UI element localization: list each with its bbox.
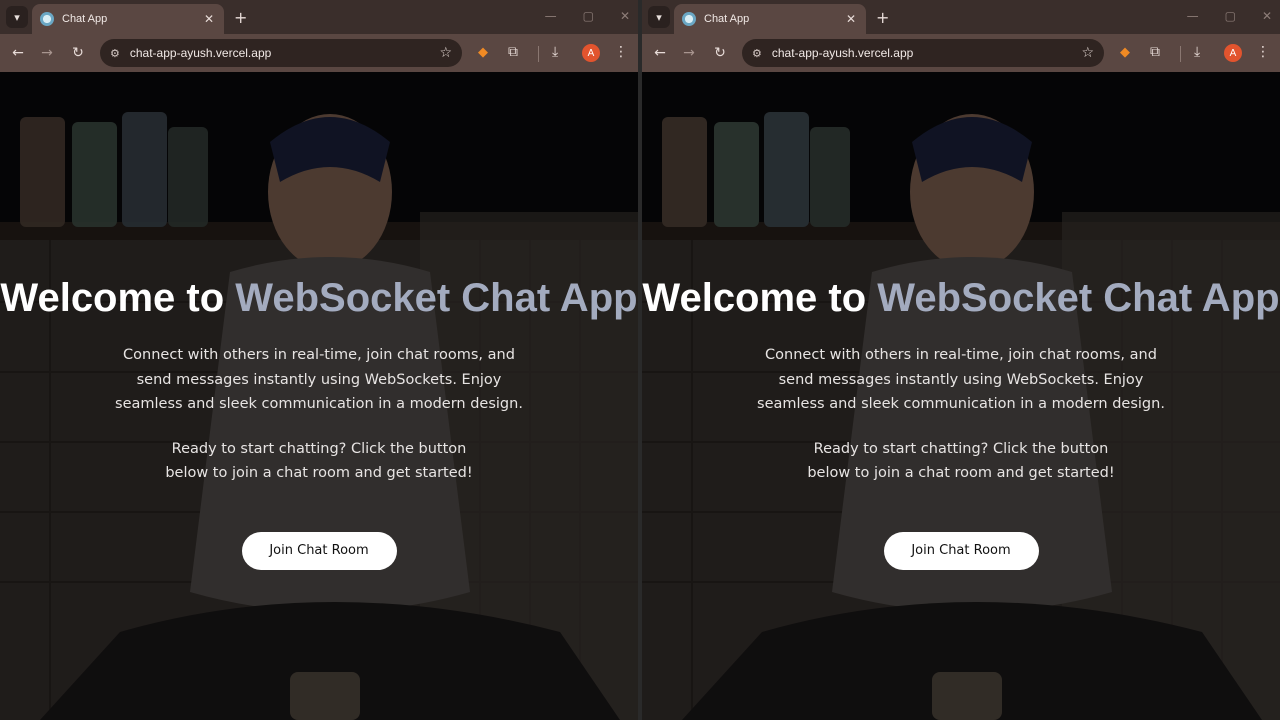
arrow-left-icon[interactable]: ←: [652, 45, 668, 61]
tab-title: Chat App: [704, 13, 750, 25]
toolbar: ← → ↻ ⚙ chat-app-ayush.vercel.app ☆ ◆ ⧉ …: [642, 34, 1280, 72]
star-icon[interactable]: ☆: [1081, 45, 1094, 61]
close-window-icon[interactable]: ✕: [1262, 9, 1272, 23]
close-icon[interactable]: ✕: [202, 12, 216, 26]
address-bar[interactable]: ⚙ chat-app-ayush.vercel.app ☆: [100, 39, 462, 67]
tab-chat-app[interactable]: Chat App ✕: [32, 4, 224, 34]
page-viewport: Welcome to WebSocket Chat App Connect wi…: [642, 72, 1280, 720]
profile-avatar[interactable]: A: [1224, 44, 1242, 62]
reload-icon[interactable]: ↻: [712, 45, 728, 61]
title-accent: WebSocket Chat App: [877, 276, 1280, 320]
arrow-right-icon[interactable]: →: [39, 45, 55, 61]
join-chat-room-button[interactable]: Join Chat Room: [883, 531, 1039, 570]
tune-icon[interactable]: ⚙: [110, 47, 120, 60]
page-title: Welcome to WebSocket Chat App: [642, 277, 1280, 319]
browser-window-right: ▾ Chat App ✕ + — ▢ ✕ ← → ↻ ⚙ chat-app-ay…: [642, 0, 1280, 720]
title-accent: WebSocket Chat App: [235, 276, 638, 320]
close-window-icon[interactable]: ✕: [620, 9, 630, 23]
page-viewport: Welcome to WebSocket Chat App Connect wi…: [0, 72, 638, 720]
hero-description: Connect with others in real-time, join c…: [757, 347, 1165, 412]
kebab-menu-icon[interactable]: ⋮: [1256, 44, 1270, 60]
tab-bar: ▾ Chat App ✕ + — ▢ ✕: [0, 0, 638, 34]
tab-bar: ▾ Chat App ✕ + — ▢ ✕: [642, 0, 1280, 34]
browser-window-left: ▾ Chat App ✕ + — ▢ ✕ ← → ↻ ⚙ chat-app-ay…: [0, 0, 638, 720]
tab-title: Chat App: [62, 13, 108, 25]
title-prefix: Welcome to: [642, 276, 878, 320]
tab-chat-app[interactable]: Chat App ✕: [674, 4, 866, 34]
title-prefix: Welcome to: [0, 276, 236, 320]
favicon-icon: [40, 12, 54, 26]
join-chat-room-button[interactable]: Join Chat Room: [241, 531, 397, 570]
star-icon[interactable]: ☆: [439, 45, 452, 61]
hero-cta-text: Ready to start chatting? Click the butto…: [165, 440, 473, 482]
metamask-fox-icon[interactable]: ◆: [1120, 45, 1130, 60]
chevron-down-icon[interactable]: ▾: [6, 6, 28, 28]
new-tab-button[interactable]: +: [876, 8, 889, 27]
maximize-icon[interactable]: ▢: [1225, 9, 1236, 23]
window-controls: — ▢ ✕: [545, 9, 630, 23]
download-icon[interactable]: ⤓: [552, 44, 558, 60]
download-icon[interactable]: ⤓: [1194, 44, 1200, 60]
minimize-icon[interactable]: —: [1187, 9, 1199, 23]
puzzle-icon[interactable]: ⧉: [1150, 44, 1160, 60]
favicon-icon: [682, 12, 696, 26]
hero-description: Connect with others in real-time, join c…: [115, 347, 523, 412]
metamask-fox-icon[interactable]: ◆: [478, 45, 488, 60]
window-controls: — ▢ ✕: [1187, 9, 1272, 23]
address-bar[interactable]: ⚙ chat-app-ayush.vercel.app ☆: [742, 39, 1104, 67]
new-tab-button[interactable]: +: [234, 8, 247, 27]
arrow-right-icon[interactable]: →: [681, 45, 697, 61]
chevron-down-icon[interactable]: ▾: [648, 6, 670, 28]
page-title: Welcome to WebSocket Chat App: [0, 277, 638, 319]
puzzle-icon[interactable]: ⧉: [508, 44, 518, 60]
url-text[interactable]: chat-app-ayush.vercel.app: [130, 46, 430, 60]
hero-section: Welcome to WebSocket Chat App Connect wi…: [642, 277, 1280, 570]
hero-section: Welcome to WebSocket Chat App Connect wi…: [0, 277, 638, 570]
hero-cta-text: Ready to start chatting? Click the butto…: [807, 440, 1115, 482]
tune-icon[interactable]: ⚙: [752, 47, 762, 60]
toolbar: ← → ↻ ⚙ chat-app-ayush.vercel.app ☆ ◆ ⧉ …: [0, 34, 638, 72]
minimize-icon[interactable]: —: [545, 9, 557, 23]
kebab-menu-icon[interactable]: ⋮: [614, 44, 628, 60]
toolbar-separator: [1180, 46, 1181, 62]
profile-avatar[interactable]: A: [582, 44, 600, 62]
url-text[interactable]: chat-app-ayush.vercel.app: [772, 46, 1072, 60]
maximize-icon[interactable]: ▢: [583, 9, 594, 23]
close-icon[interactable]: ✕: [844, 12, 858, 26]
reload-icon[interactable]: ↻: [70, 45, 86, 61]
arrow-left-icon[interactable]: ←: [10, 45, 26, 61]
toolbar-separator: [538, 46, 539, 62]
